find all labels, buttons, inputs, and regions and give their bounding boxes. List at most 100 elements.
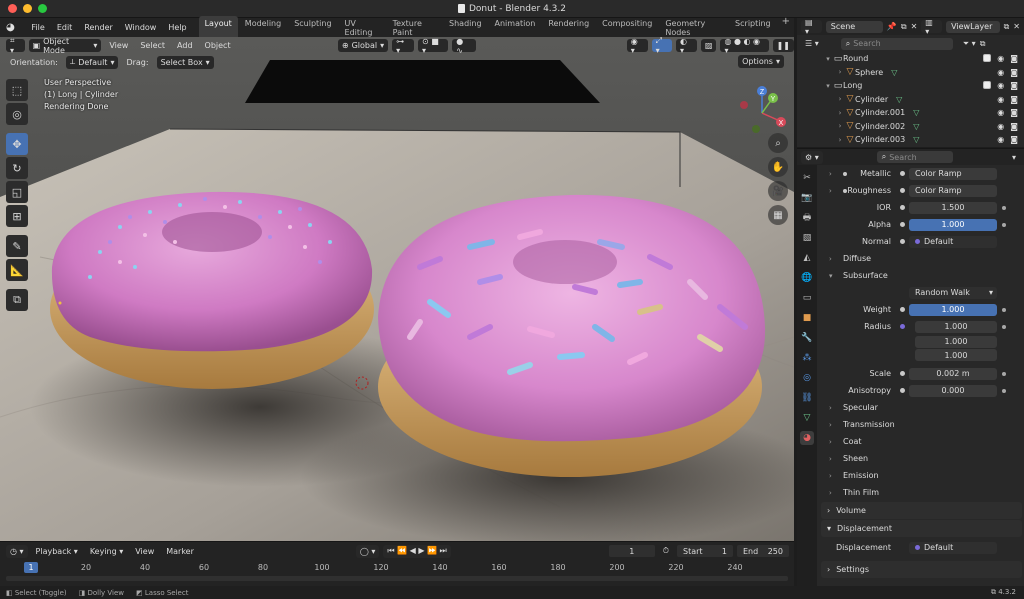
link-socket-icon[interactable] — [900, 307, 905, 312]
timeline-scrollbar[interactable] — [6, 576, 788, 581]
view-layer-tab-icon[interactable]: ▧ — [800, 231, 814, 245]
expand-arrow-icon[interactable]: › — [829, 187, 832, 195]
menu-playback[interactable]: Playback ▾ — [32, 547, 82, 556]
outliner-row-cylinder-002[interactable]: › ▽ Cylinder.002 ▽ ◉ ◙ — [797, 120, 1024, 134]
expand-arrow-icon[interactable]: › — [829, 170, 832, 178]
weight-slider[interactable]: 1.000 — [909, 303, 997, 316]
object-tab-icon[interactable]: ■ — [800, 311, 814, 325]
outliner-row-round[interactable]: ▾ ▭ Round ◉ ◙ — [797, 52, 1024, 66]
tab-geometry-nodes[interactable]: Geometry Nodes — [659, 16, 728, 40]
annotate-tool-icon[interactable]: ✎ — [6, 235, 28, 257]
menu-edit[interactable]: Edit — [51, 23, 79, 32]
output-tab-icon[interactable]: 🖶 — [800, 211, 814, 225]
specular-section[interactable]: › Specular — [819, 399, 1024, 416]
tab-shading[interactable]: Shading — [443, 16, 488, 40]
keyframe-dot-icon[interactable] — [1002, 325, 1006, 329]
new-scene-icon[interactable]: ⧉ — [901, 22, 907, 32]
close-window-button[interactable] — [8, 4, 17, 13]
keyframe-dot-icon[interactable] — [1002, 389, 1006, 393]
tab-scripting[interactable]: Scripting — [729, 16, 777, 40]
add-workspace-icon[interactable]: + — [778, 16, 794, 40]
tab-uv-editing[interactable]: UV Editing — [339, 16, 386, 40]
gizmo-toggle-button[interactable]: ⤢ ▾ — [651, 37, 672, 55]
alpha-slider[interactable]: 1.000 — [909, 218, 997, 231]
outliner-search-input[interactable]: ⌕ Search — [840, 37, 953, 50]
perspective-grid-icon[interactable]: ▦ — [768, 205, 788, 225]
sheen-section[interactable]: › Sheen — [819, 450, 1024, 467]
add-cube-tool-icon[interactable]: ⧉ — [6, 289, 28, 311]
remove-scene-icon[interactable]: ✕ — [911, 22, 918, 31]
proportional-edit-button[interactable]: ● ∿ — [452, 37, 476, 55]
orientation-select[interactable]: ⟂ Default ▾ — [65, 55, 119, 69]
link-socket-icon[interactable] — [900, 239, 905, 244]
eye-icon[interactable]: ◉ — [997, 95, 1004, 104]
camera-render-icon[interactable]: ◙ — [1010, 54, 1018, 63]
remove-view-layer-icon[interactable]: ✕ — [1013, 22, 1020, 31]
subsurface-method-select[interactable]: Random Walk ▾ — [909, 286, 997, 299]
new-collection-icon[interactable]: ⧉ — [980, 39, 986, 49]
tab-modeling[interactable]: Modeling — [239, 16, 287, 40]
xray-toggle-button[interactable]: ▨ — [700, 39, 717, 52]
collapse-arrow-icon[interactable]: ▾ — [823, 55, 833, 63]
scale-field[interactable]: 0.002 m — [909, 367, 997, 380]
menu-view[interactable]: View — [105, 41, 132, 50]
filter-icon[interactable]: ⏷ ▾ — [963, 39, 976, 49]
camera-render-icon[interactable]: ◙ — [1010, 122, 1018, 131]
rotate-tool-icon[interactable]: ↻ — [6, 157, 28, 179]
menu-file[interactable]: File — [25, 23, 50, 32]
end-frame-field[interactable]: End 250 — [737, 545, 789, 557]
collection-tab-icon[interactable]: ▭ — [800, 291, 814, 305]
pan-hand-icon[interactable]: ✋ — [768, 157, 788, 177]
pause-render-button[interactable]: ❚❚ — [772, 39, 794, 52]
menu-select[interactable]: Select — [136, 41, 169, 50]
outliner-row-cylinder[interactable]: › ▽ Cylinder ▽ ◉ ◙ — [797, 93, 1024, 107]
properties-search-input[interactable]: ⌕ Search — [876, 151, 953, 163]
auto-keying-button[interactable]: ◯ ▾ — [355, 544, 380, 558]
collapse-arrow-icon[interactable]: ▾ — [823, 82, 833, 90]
options-button[interactable]: Options ▾ — [738, 55, 784, 68]
thin-film-section[interactable]: › Thin Film — [819, 484, 1024, 501]
zoom-icon[interactable]: ⌕ — [768, 133, 788, 153]
mode-select[interactable]: ▣ Object Mode ▾ — [28, 37, 102, 55]
camera-render-icon[interactable]: ◙ — [1010, 135, 1018, 144]
start-frame-field[interactable]: Start 1 — [677, 545, 733, 557]
menu-help[interactable]: Help — [162, 23, 192, 32]
measure-tool-icon[interactable]: 📐 — [6, 259, 28, 281]
expand-arrow-icon[interactable]: › — [835, 136, 845, 144]
tool-tab-icon[interactable]: ✂ — [800, 171, 814, 185]
eye-icon[interactable]: ◉ — [997, 135, 1004, 144]
link-socket-icon[interactable] — [900, 188, 905, 193]
material-tab-icon[interactable]: ◕ — [800, 431, 814, 445]
snapping-button[interactable]: ⊙ ■ ▾ — [418, 37, 449, 55]
diffuse-section[interactable]: › Diffuse — [819, 250, 1024, 267]
outliner-row-cylinder-001[interactable]: › ▽ Cylinder.001 ▽ ◉ ◙ — [797, 106, 1024, 120]
new-view-layer-icon[interactable]: ⧉ — [1004, 22, 1010, 32]
properties-options-icon[interactable]: ▾ — [1012, 153, 1016, 162]
metallic-value-field[interactable]: Color Ramp — [909, 167, 997, 180]
scale-tool-icon[interactable]: ◱ — [6, 181, 28, 203]
playback-controls[interactable]: ⏮ ⏪ ◀ ▶ ⏩ ⏭ — [383, 544, 451, 558]
ior-field[interactable]: 1.500 — [909, 201, 997, 214]
tab-compositing[interactable]: Compositing — [596, 16, 658, 40]
emission-section[interactable]: › Emission — [819, 467, 1024, 484]
timeline-ruler[interactable]: 20 40 60 80 100 120 140 160 180 200 220 … — [0, 561, 794, 575]
current-frame-field[interactable]: 1 — [608, 545, 655, 557]
menu-render[interactable]: Render — [78, 23, 118, 32]
keyframe-dot-icon[interactable] — [1002, 223, 1006, 227]
playhead[interactable]: 1 — [24, 562, 38, 573]
pivot-point-button[interactable]: ⊶ ▾ — [392, 37, 415, 55]
subsurface-section[interactable]: ▾ Subsurface — [819, 267, 1024, 284]
physics-tab-icon[interactable]: ◎ — [800, 371, 814, 385]
data-tab-icon[interactable]: ▽ — [800, 411, 814, 425]
view-layer-field[interactable]: ViewLayer — [946, 20, 1000, 33]
outliner-row-sphere[interactable]: › ▽ Sphere ▽ ◉ ◙ — [797, 66, 1024, 80]
select-box-tool-icon[interactable]: ⬚ — [6, 79, 28, 101]
link-socket-icon[interactable] — [900, 205, 905, 210]
displacement-field[interactable]: Default — [909, 541, 997, 554]
transform-tool-icon[interactable]: ⊞ — [6, 205, 28, 227]
exclude-checkbox[interactable] — [983, 81, 992, 90]
link-socket-icon[interactable] — [900, 171, 905, 176]
camera-render-icon[interactable]: ◙ — [1010, 81, 1018, 90]
tab-animation[interactable]: Animation — [489, 16, 542, 40]
shading-mode-buttons[interactable]: ◍ ● ◐ ◉ ▾ — [720, 37, 769, 55]
